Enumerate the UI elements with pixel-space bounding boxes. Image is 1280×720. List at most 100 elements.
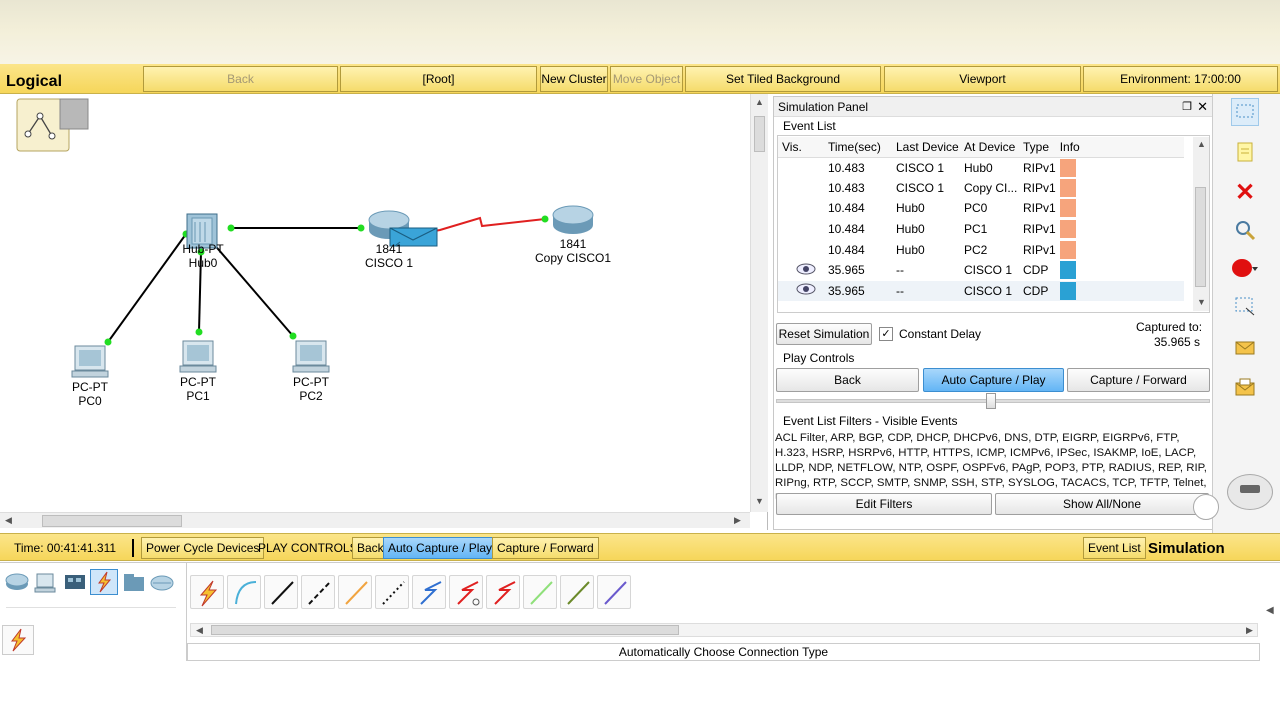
event-time: 10.483 <box>828 160 865 175</box>
logical-view-icon[interactable] <box>16 98 89 152</box>
event-at-device: CISCO 1 <box>960 280 1019 302</box>
pc1-icon[interactable] <box>179 340 217 373</box>
complex-pdu-icon[interactable] <box>1231 374 1259 402</box>
col-type[interactable]: Type <box>1019 137 1056 158</box>
col-time[interactable]: Time(sec) <box>824 137 892 158</box>
phone-cable-icon[interactable] <box>375 575 409 609</box>
col-at-device[interactable]: At Device <box>960 137 1019 158</box>
event-info-color[interactable] <box>1056 178 1184 199</box>
edit-filters-button[interactable]: Edit Filters <box>776 493 992 515</box>
pc0-icon[interactable] <box>71 345 109 378</box>
workspace-horizontal-scrollbar[interactable]: ◀ ▶ <box>0 512 750 528</box>
inspect-tool-icon[interactable] <box>1231 216 1259 244</box>
select-tool-icon[interactable] <box>1231 98 1259 126</box>
root-button[interactable]: [Root] <box>340 66 537 92</box>
col-info[interactable]: Info <box>1055 137 1184 158</box>
event-list-button[interactable]: Event List <box>1083 537 1146 559</box>
event-vis[interactable] <box>778 219 824 240</box>
event-vis[interactable] <box>778 198 824 219</box>
crossover-cable-icon[interactable] <box>301 575 335 609</box>
network-devices-icon[interactable] <box>4 571 30 593</box>
octal-cable-icon[interactable] <box>523 575 557 609</box>
event-at-device: PC1 <box>964 222 988 237</box>
move-object-button[interactable]: Move Object <box>610 66 683 92</box>
bottom-auto-capture-button[interactable]: Auto Capture / Play <box>383 537 498 559</box>
serial-dte-cable-icon[interactable] <box>486 575 520 609</box>
close-icon[interactable]: ✕ <box>1197 97 1208 117</box>
iot-custom-cable-icon[interactable] <box>560 575 594 609</box>
serial-dce-cable-icon[interactable] <box>449 575 483 609</box>
straight-through-cable-icon[interactable] <box>264 575 298 609</box>
event-type: RIPv1 <box>1023 160 1056 175</box>
viewport-button[interactable]: Viewport <box>884 66 1081 92</box>
back-button[interactable]: Back <box>143 66 338 92</box>
selected-connection-icon[interactable] <box>2 625 34 655</box>
set-tiled-background-button[interactable]: Set Tiled Background <box>685 66 881 92</box>
event-info-color[interactable] <box>1056 239 1184 260</box>
col-last-device[interactable]: Last Device <box>892 137 960 158</box>
toolbox-scrollbar[interactable]: ◀ ▶ <box>190 623 1258 637</box>
event-time: 10.484 <box>828 222 865 237</box>
auto-capture-play-button[interactable]: Auto Capture / Play <box>923 368 1064 392</box>
connections-category-icon[interactable] <box>90 569 118 595</box>
reset-simulation-button[interactable]: Reset Simulation <box>776 323 872 345</box>
pc2-icon[interactable] <box>292 340 330 373</box>
usb-cable-icon[interactable] <box>597 575 631 609</box>
restore-icon[interactable]: ❐ <box>1182 97 1192 117</box>
event-vis[interactable] <box>778 178 824 199</box>
draw-ellipse-tool-icon[interactable] <box>1231 254 1259 282</box>
components-icon[interactable] <box>62 571 88 593</box>
simulation-clock-icon[interactable] <box>1227 474 1273 510</box>
speed-slider-thumb[interactable] <box>986 393 996 409</box>
note-tool-icon[interactable] <box>1231 138 1259 166</box>
event-list-scrollbar[interactable]: ▲ ▼ <box>1193 137 1209 311</box>
coaxial-cable-icon[interactable] <box>412 575 446 609</box>
capture-forward-button[interactable]: Capture / Forward <box>1067 368 1210 392</box>
event-vis[interactable] <box>778 157 824 178</box>
play-back-button[interactable]: Back <box>776 368 919 392</box>
event-info-color[interactable] <box>1056 157 1184 178</box>
link-hub-pc2[interactable] <box>211 241 294 337</box>
realtime-clock-icon[interactable] <box>1193 494 1219 520</box>
event-last-device: Hub0 <box>896 222 925 237</box>
event-info-color[interactable] <box>1056 198 1184 219</box>
simple-pdu-icon[interactable] <box>1231 334 1259 362</box>
event-row[interactable]: 10.483 CISCO 1 Hub0 RIPv1 <box>778 157 1184 178</box>
end-devices-icon[interactable] <box>33 571 59 593</box>
event-row[interactable]: 10.484 Hub0 PC0 RIPv1 <box>778 198 1184 219</box>
event-type: CDP <box>1019 280 1056 302</box>
delete-tool-icon[interactable]: ✕ <box>1231 178 1259 206</box>
col-vis[interactable]: Vis. <box>778 137 824 158</box>
resize-tool-icon[interactable] <box>1231 292 1259 320</box>
environment-button[interactable]: Environment: 17:00:00 <box>1083 66 1278 92</box>
bottom-capture-forward-button[interactable]: Capture / Forward <box>492 537 599 559</box>
misc-icon[interactable] <box>121 571 147 593</box>
event-info-color[interactable] <box>1056 219 1184 240</box>
link-hub-pc0[interactable] <box>107 233 187 343</box>
simulation-mode-label[interactable]: Simulation <box>1144 537 1229 559</box>
new-cluster-button[interactable]: New Cluster <box>540 66 608 92</box>
event-info-color[interactable] <box>1056 260 1184 281</box>
power-cycle-button[interactable]: Power Cycle Devices <box>141 537 265 559</box>
event-type: RIPv1 <box>1023 180 1056 195</box>
constant-delay-checkbox[interactable]: ✓ <box>879 327 893 341</box>
event-row[interactable]: 10.484 Hub0 PC2 RIPv1 <box>778 239 1184 260</box>
event-row[interactable]: 10.483 CISCO 1 Copy CI... RIPv1 <box>778 178 1184 199</box>
event-vis[interactable] <box>778 239 824 260</box>
event-row[interactable]: 35.965 -- CISCO 1 CDP <box>778 260 1184 281</box>
constant-delay-label: Constant Delay <box>899 327 982 341</box>
workspace-vertical-scrollbar[interactable]: ▲ ▼ <box>750 94 768 512</box>
auto-connection-icon[interactable] <box>190 575 224 609</box>
multiuser-icon[interactable] <box>149 571 175 593</box>
fiber-cable-icon[interactable] <box>338 575 372 609</box>
expand-panel-icon[interactable]: ◀ <box>1266 605 1274 616</box>
show-all-none-button[interactable]: Show All/None <box>995 493 1209 515</box>
event-row[interactable]: 10.484 Hub0 PC1 RIPv1 <box>778 219 1184 240</box>
logical-workspace[interactable]: Hub-PT Hub0 1841 CISCO 1 1841 Copy CISCO1 P… <box>0 94 768 530</box>
console-cable-icon[interactable] <box>227 575 261 609</box>
event-row[interactable]: 35.965 -- CISCO 1 CDP <box>778 280 1184 302</box>
event-info-color[interactable] <box>1055 280 1184 302</box>
eye-icon[interactable] <box>778 260 824 281</box>
router2-icon[interactable] <box>552 205 594 234</box>
eye-icon[interactable] <box>778 280 824 302</box>
